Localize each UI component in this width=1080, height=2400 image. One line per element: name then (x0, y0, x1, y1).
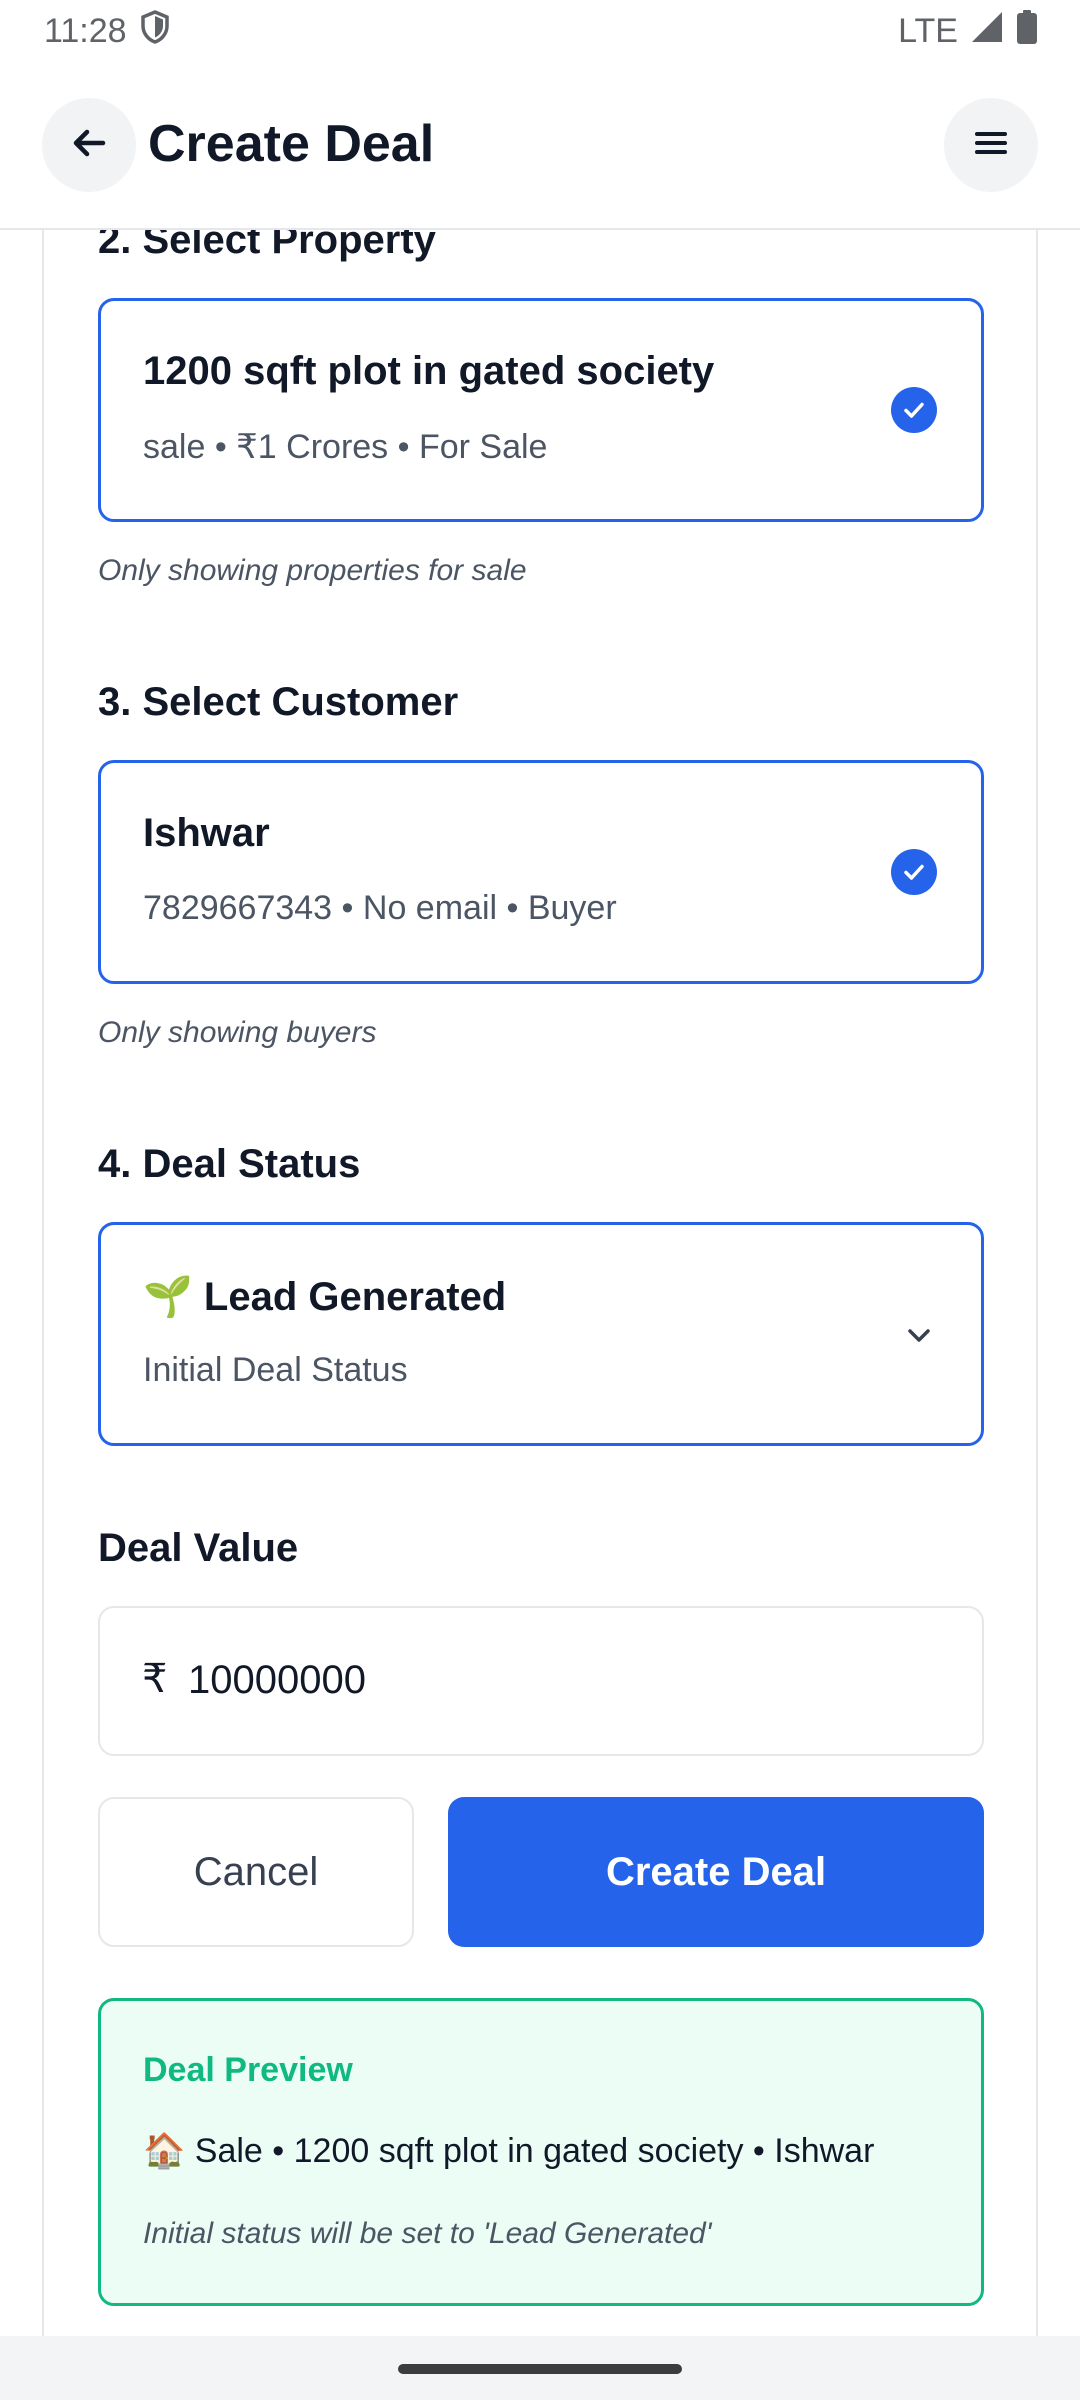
create-deal-screen: 11:28 LTE Create Deal 2. Select Property… (0, 0, 1080, 2400)
home-gesture-handle[interactable] (398, 2364, 682, 2374)
arrow-left-icon (69, 123, 109, 168)
shield-icon (140, 9, 169, 53)
deal-status-dropdown[interactable]: 🌱 Lead Generated Initial Deal Status (98, 1222, 984, 1446)
signal-icon (970, 10, 1004, 53)
status-right: LTE (898, 9, 1038, 53)
check-icon (891, 849, 937, 895)
menu-button[interactable] (944, 98, 1038, 192)
network-type: LTE (898, 11, 958, 50)
deal-value-label: Deal Value (98, 1526, 299, 1570)
create-deal-button[interactable]: Create Deal (448, 1797, 984, 1947)
property-hint: Only showing properties for sale (98, 554, 527, 587)
rupee-icon: ₹ (142, 1657, 168, 1701)
form-panel: 2. Select Property 1200 sqft plot in gat… (42, 230, 1038, 2336)
customer-card[interactable]: Ishwar 7829667343 • No email • Buyer (98, 760, 984, 984)
page-title: Create Deal (148, 115, 435, 173)
app-bar: Create Deal (0, 62, 1080, 230)
property-details: sale • ₹1 Crores • For Sale (143, 428, 548, 466)
status-section-title: 4. Deal Status (98, 1142, 361, 1186)
deal-value-input[interactable]: ₹ 10000000 (98, 1606, 984, 1756)
status-bar: 11:28 LTE (0, 0, 1080, 62)
hamburger-menu-icon (971, 123, 1011, 168)
status-left: 11:28 (44, 9, 169, 53)
preview-title: Deal Preview (143, 2051, 353, 2089)
chevron-down-icon (901, 1317, 937, 1358)
customer-hint: Only showing buyers (98, 1016, 377, 1049)
preview-note: Initial status will be set to 'Lead Gene… (143, 2217, 712, 2250)
back-button[interactable] (42, 98, 136, 192)
deal-value-text: 10000000 (188, 1658, 366, 1702)
cancel-button[interactable]: Cancel (98, 1797, 414, 1947)
property-card[interactable]: 1200 sqft plot in gated society sale • ₹… (98, 298, 984, 522)
system-nav-bar (0, 2336, 1080, 2400)
form-content[interactable]: 2. Select Property 1200 sqft plot in gat… (0, 230, 1080, 2336)
preview-summary: 🏠 Sale • 1200 sqft plot in gated society… (143, 2132, 875, 2170)
battery-icon (1016, 9, 1038, 53)
customer-name: Ishwar (143, 811, 270, 855)
check-icon (891, 387, 937, 433)
status-time: 11:28 (44, 11, 127, 50)
customer-details: 7829667343 • No email • Buyer (143, 889, 617, 927)
property-section-title: 2. Select Property (98, 230, 436, 262)
deal-status-subtitle: Initial Deal Status (143, 1351, 408, 1389)
customer-section-title: 3. Select Customer (98, 680, 459, 724)
property-title: 1200 sqft plot in gated society (143, 349, 715, 393)
deal-preview-card: Deal Preview 🏠 Sale • 1200 sqft plot in … (98, 1998, 984, 2306)
deal-status-selected: 🌱 Lead Generated (143, 1275, 507, 1319)
